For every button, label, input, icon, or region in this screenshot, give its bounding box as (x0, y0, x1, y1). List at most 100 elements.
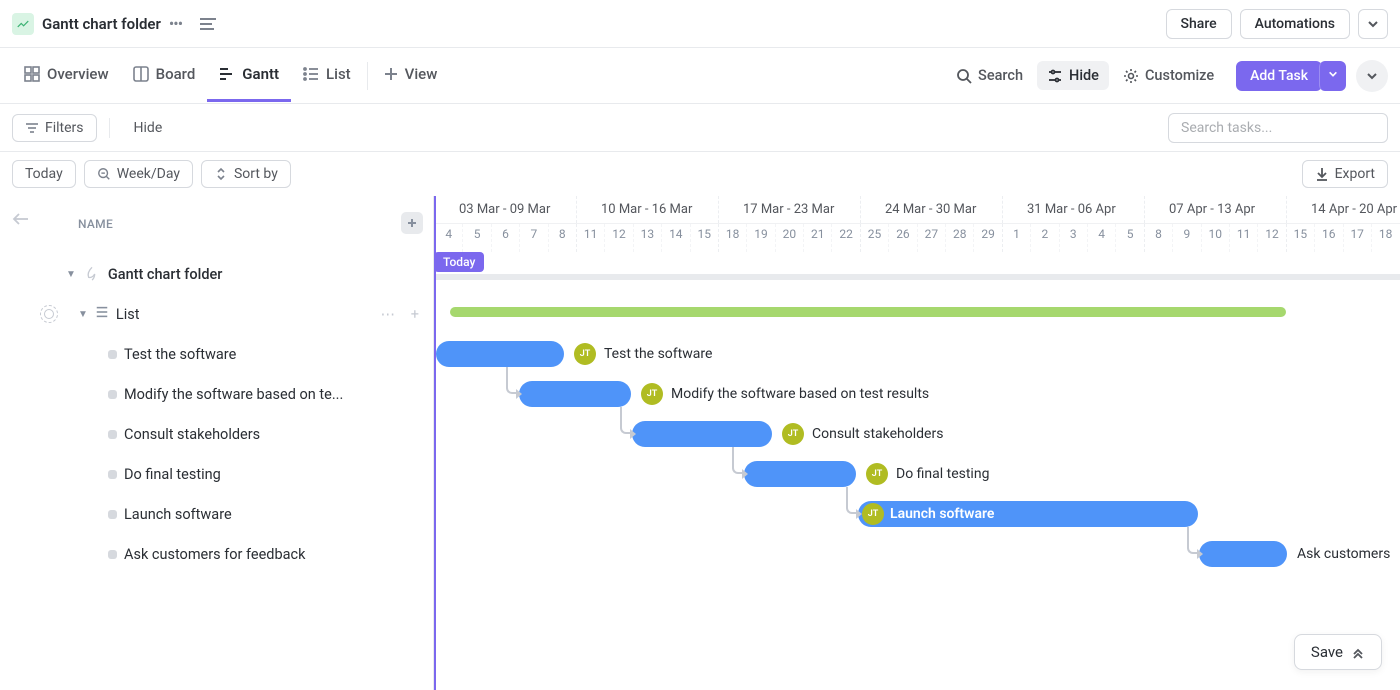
weekday-label: Week/Day (117, 166, 180, 182)
search-icon (956, 68, 972, 84)
more-chevron-button[interactable] (1356, 60, 1388, 92)
automations-label: Automations (1255, 16, 1335, 32)
automations-button[interactable]: Automations (1240, 9, 1350, 39)
tool-search[interactable]: Search (946, 61, 1033, 90)
day-cell: 28 (945, 224, 973, 252)
avatar-icon: JT (641, 383, 663, 405)
caret-down-icon[interactable]: ▼ (78, 309, 88, 320)
filters-row: Filters Hide (0, 104, 1400, 152)
day-cell: 15 (1286, 224, 1314, 252)
add-column-button[interactable] (401, 212, 423, 234)
folder-name: Gantt chart folder (108, 266, 223, 283)
leaf-icon (83, 265, 101, 283)
weeks-header: 03 Mar - 09 Mar 10 Mar - 16 Mar 17 Mar -… (434, 196, 1400, 224)
weekday-button[interactable]: Week/Day (84, 160, 193, 188)
day-cell: 25 (860, 224, 888, 252)
task-name: Test the software (124, 346, 236, 363)
task-bar-label: JTTest the software (564, 341, 712, 367)
avatar-icon: JT (782, 423, 804, 445)
sortby-label: Sort by (234, 166, 278, 182)
more-icon[interactable]: ••• (169, 14, 182, 33)
week-cell: 31 Mar - 06 Apr (1002, 196, 1144, 223)
filters-label: Filters (45, 120, 84, 136)
bar-text: Modify the software based on test result… (671, 386, 929, 402)
day-cell: 7 (519, 224, 547, 252)
tool-hide[interactable]: Hide (1037, 61, 1109, 90)
hide-button[interactable]: Hide (122, 115, 175, 141)
task-bar[interactable]: Ask customers (1199, 541, 1287, 567)
gantt-area: NAME ▼ Gantt chart folder ▼ List ⋯ + Tes… (0, 196, 1400, 690)
filters-button[interactable]: Filters (12, 114, 97, 142)
tool-customize[interactable]: Customize (1113, 61, 1224, 90)
collapse-sidebar-icon[interactable] (10, 212, 28, 229)
group-summary-bar[interactable] (450, 307, 1286, 317)
folder-title[interactable]: Gantt chart folder (42, 15, 161, 33)
day-cell: 12 (604, 224, 632, 252)
status-dot (108, 550, 117, 559)
list-more-icon[interactable]: ⋯ (381, 306, 396, 323)
tab-board[interactable]: Board (121, 49, 208, 102)
status-dot (108, 470, 117, 479)
scroll-track[interactable] (434, 274, 1400, 280)
list-add-icon[interactable]: + (411, 306, 419, 323)
add-task-chevron[interactable] (1319, 61, 1346, 91)
day-cell: 26 (888, 224, 916, 252)
automations-chevron[interactable] (1358, 9, 1388, 39)
day-cell: 18 (1371, 224, 1399, 252)
tab-gantt[interactable]: Gantt (207, 49, 291, 102)
dependency-arrow-icon (516, 389, 522, 399)
tree-task-row[interactable]: Consult stakeholders (0, 414, 433, 454)
tab-list[interactable]: List (291, 49, 363, 102)
tab-overview-label: Overview (47, 65, 109, 83)
today-badge: Today (434, 252, 484, 272)
day-cell: 22 (831, 224, 859, 252)
days-header: 4567811121314151819202122252627282912345… (434, 224, 1400, 252)
filter-icon (25, 121, 39, 135)
tab-board-label: Board (156, 65, 196, 83)
task-bar-launch[interactable]: JT Launch software (858, 501, 1198, 527)
export-label: Export (1335, 166, 1375, 182)
zoom-icon (97, 167, 111, 181)
controls-row: Today Week/Day Sort by Export (0, 152, 1400, 196)
assignee-placeholder-icon[interactable] (40, 305, 58, 323)
export-button[interactable]: Export (1302, 160, 1388, 188)
day-cell: 18 (718, 224, 746, 252)
task-bar[interactable]: JTModify the software based on test resu… (519, 381, 631, 407)
tree-folder-row[interactable]: ▼ Gantt chart folder (0, 254, 433, 294)
tree-list-row[interactable]: ▼ List ⋯ + (0, 294, 433, 334)
task-bar-label: Ask customers (1287, 541, 1390, 567)
day-cell: 9 (1172, 224, 1200, 252)
day-cell: 2 (1030, 224, 1058, 252)
list-name: List (116, 306, 140, 323)
tree-task-row[interactable]: Do final testing (0, 454, 433, 494)
week-cell: 24 Mar - 30 Mar (860, 196, 1002, 223)
day-cell: 15 (690, 224, 718, 252)
share-button[interactable]: Share (1166, 9, 1232, 39)
tab-add-view[interactable]: View (372, 49, 450, 102)
day-cell: 5 (462, 224, 490, 252)
dependency-arrow-icon (742, 469, 748, 479)
timeline[interactable]: 03 Mar - 09 Mar 10 Mar - 16 Mar 17 Mar -… (434, 196, 1400, 690)
status-dot (108, 390, 117, 399)
caret-down-icon[interactable]: ▼ (66, 269, 76, 280)
task-bar[interactable]: JTConsult stakeholders (632, 421, 772, 447)
tree-task-row[interactable]: Modify the software based on te... (0, 374, 433, 414)
day-cell: 29 (973, 224, 1001, 252)
task-name: Do final testing (124, 466, 221, 483)
tree-task-row[interactable]: Launch software (0, 494, 433, 534)
task-bar[interactable]: JTTest the software (436, 341, 564, 367)
sortby-button[interactable]: Sort by (201, 160, 291, 188)
add-task-button[interactable]: Add Task (1236, 61, 1322, 91)
tab-overview[interactable]: Overview (12, 49, 121, 102)
dependency-arrow-icon (630, 429, 636, 439)
search-tasks-input[interactable] (1168, 113, 1388, 143)
tree-task-row[interactable]: Test the software (0, 334, 433, 374)
save-label: Save (1311, 643, 1343, 661)
description-icon[interactable] (200, 18, 216, 30)
today-button[interactable]: Today (12, 160, 76, 188)
tree-task-row[interactable]: Ask customers for feedback (0, 534, 433, 574)
save-button[interactable]: Save (1294, 634, 1382, 670)
sort-icon (214, 167, 228, 181)
task-name: Modify the software based on te... (124, 386, 343, 403)
task-bar[interactable]: JTDo final testing (744, 461, 856, 487)
